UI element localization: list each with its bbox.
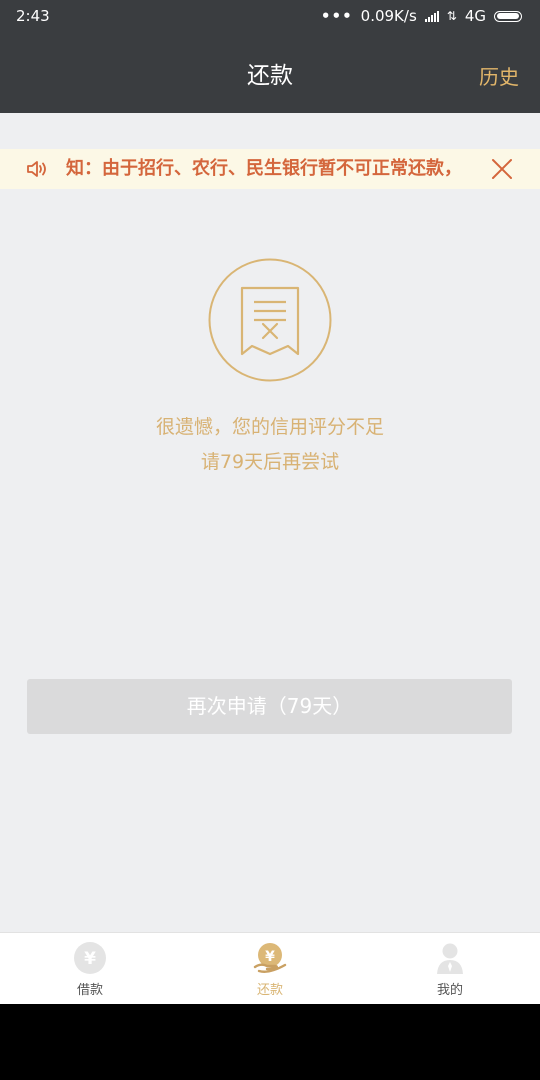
yen-coin-icon: ¥	[74, 942, 106, 974]
speaker-icon	[27, 161, 46, 177]
status-time: 2:43	[16, 7, 50, 25]
repayment-screen: 2:43 ••• 0.09K/s ⇅ 4G 还款 历史 知：由于招行、农行、民生…	[0, 0, 540, 1004]
tab-borrow-label: 借款	[76, 983, 103, 998]
retry-after-message: 请79天后再尝试	[200, 451, 340, 473]
signal-icon	[424, 10, 439, 22]
notice-text: 知：由于招行、农行、民生银行暂不可正常还款，	[66, 158, 462, 179]
notice-bar: 知：由于招行、农行、民生银行暂不可正常还款，	[0, 149, 540, 189]
rejected-document-icon	[208, 258, 332, 382]
data-transfer-icon: ⇅	[446, 9, 457, 23]
svg-text:¥: ¥	[265, 949, 275, 965]
network-speed: 0.09K/s	[360, 7, 417, 25]
more-dots-icon: •••	[320, 7, 353, 25]
bottom-tab-bar: ¥ 借款 ¥ 还款 我的	[0, 932, 540, 1004]
credit-score-message: 很遗憾，您的信用评分不足	[155, 416, 384, 438]
tab-repay[interactable]: ¥ 还款	[180, 933, 360, 1004]
tab-repay-label: 还款	[256, 983, 283, 998]
tab-mine[interactable]: 我的	[360, 933, 540, 1004]
notice-marquee: 知：由于招行、农行、民生银行暂不可正常还款，	[66, 149, 484, 189]
svg-text:¥: ¥	[84, 949, 96, 969]
status-indicators: ••• 0.09K/s ⇅ 4G	[321, 7, 522, 25]
app-header: 还款 历史	[0, 32, 540, 113]
network-type: 4G	[464, 7, 486, 25]
reapply-button[interactable]: 再次申请（79天）	[27, 679, 512, 734]
history-link[interactable]: 历史	[479, 61, 519, 90]
page-title: 还款	[247, 63, 293, 89]
status-bar: 2:43 ••• 0.09K/s ⇅ 4G	[0, 0, 540, 32]
yen-hand-icon: ¥	[253, 943, 287, 973]
close-icon[interactable]	[490, 157, 514, 181]
user-icon	[437, 943, 463, 974]
tab-mine-label: 我的	[436, 983, 463, 998]
battery-icon	[494, 10, 522, 22]
tab-borrow[interactable]: ¥ 借款	[0, 933, 180, 1004]
